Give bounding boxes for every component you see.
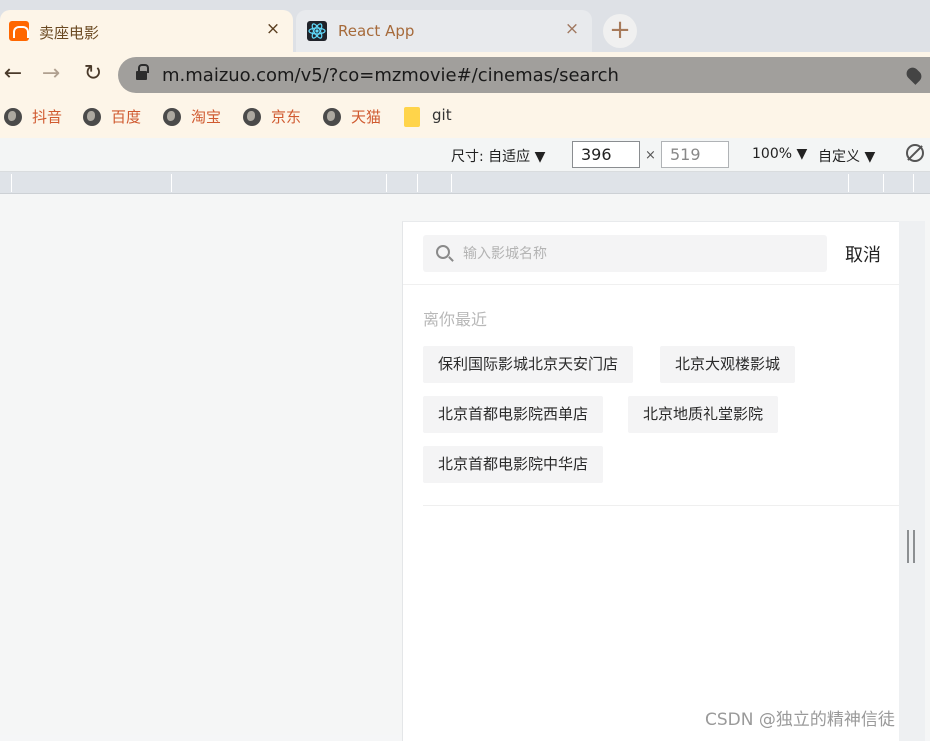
browser-toolbar: ← → ↻ m.maizuo.com/v5/?co=mzmovie#/cinem… [0,52,930,96]
bookmark-label: git [432,106,452,124]
globe-icon [83,108,101,126]
lock-icon[interactable] [136,64,149,81]
close-icon[interactable]: × [263,19,283,39]
ruler-tick [848,174,849,192]
ruler-tick [171,174,172,192]
address-bar[interactable]: m.maizuo.com/v5/?co=mzmovie#/cinemas/sea… [118,57,930,93]
folder-icon [404,107,420,127]
times-sign: × [645,148,656,163]
header-divider [403,284,900,285]
search-input[interactable] [463,235,813,272]
globe-icon [163,108,181,126]
bookmarks-bar: 抖音 百度 淘宝 京东 天猫 git [0,96,930,138]
location-pin-icon[interactable] [904,65,924,85]
bookmark-label: 京东 [271,108,302,126]
maizuo-favicon-icon [9,21,29,41]
search-icon [436,245,450,259]
cinema-chip[interactable]: 保利国际影城北京天安门店 [423,346,634,383]
globe-icon [4,108,22,126]
ruler-tick [883,174,884,192]
dimensions-dropdown[interactable]: 尺寸: 自适应 ▼ [451,146,545,166]
tab-title: 卖座电影 [39,24,100,42]
cinema-chip[interactable]: 北京首都电影院中华店 [423,446,604,483]
recent-section-title: 离你最近 [423,310,488,329]
bookmark-label: 百度 [111,108,142,126]
resize-handle[interactable] [907,530,915,563]
tab-react-app[interactable]: React App × [296,10,592,52]
back-arrow-icon[interactable]: ← [0,61,26,87]
tab-maizuo[interactable]: 卖座电影 × [0,10,293,52]
ruler-tick [386,174,387,192]
rotate-icon[interactable] [906,144,924,162]
forward-arrow-icon[interactable]: → [38,61,64,87]
ruler-tick [417,174,418,192]
ruler-tick [11,174,12,192]
ruler-tick [913,174,914,192]
cinema-chip[interactable]: 北京首都电影院西单店 [423,396,604,433]
cancel-button[interactable]: 取消 [845,241,881,267]
bookmark-label: 天猫 [351,108,382,126]
search-box[interactable] [423,235,827,272]
url-text[interactable]: m.maizuo.com/v5/?co=mzmovie#/cinemas/sea… [162,65,619,86]
cinema-chip[interactable]: 北京地质礼堂影院 [628,396,779,433]
device-toolbar: 尺寸: 自适应 ▼ × 100% ▼ 自定义 ▼ [0,138,930,172]
tab-strip: 卖座电影 × React App × + [0,0,930,52]
resize-gutter [899,221,925,741]
reload-icon[interactable]: ↻ [80,61,106,87]
bookmark-label: 抖音 [32,108,63,126]
globe-icon [243,108,261,126]
globe-icon [323,108,341,126]
media-query-ruler[interactable] [0,172,930,194]
width-input[interactable] [572,141,640,168]
bookmark-label: 淘宝 [191,108,222,126]
react-favicon-icon [307,21,327,41]
tab-title: React App [338,22,415,40]
new-tab-button[interactable]: + [603,14,637,48]
watermark: CSDN @独立的精神信徒 [705,710,895,730]
zoom-dropdown[interactable]: 100% ▼ [752,146,807,162]
cinema-search-page: 取消 离你最近 保利国际影城北京天安门店 北京大观楼影城 北京首都电影院西单店 … [402,221,900,741]
close-icon[interactable]: × [562,19,582,39]
height-input[interactable] [661,141,729,168]
cinema-chip[interactable]: 北京大观楼影城 [660,346,796,383]
ruler-tick [451,174,452,192]
section-divider [423,505,900,506]
custom-dropdown[interactable]: 自定义 ▼ [818,146,875,166]
